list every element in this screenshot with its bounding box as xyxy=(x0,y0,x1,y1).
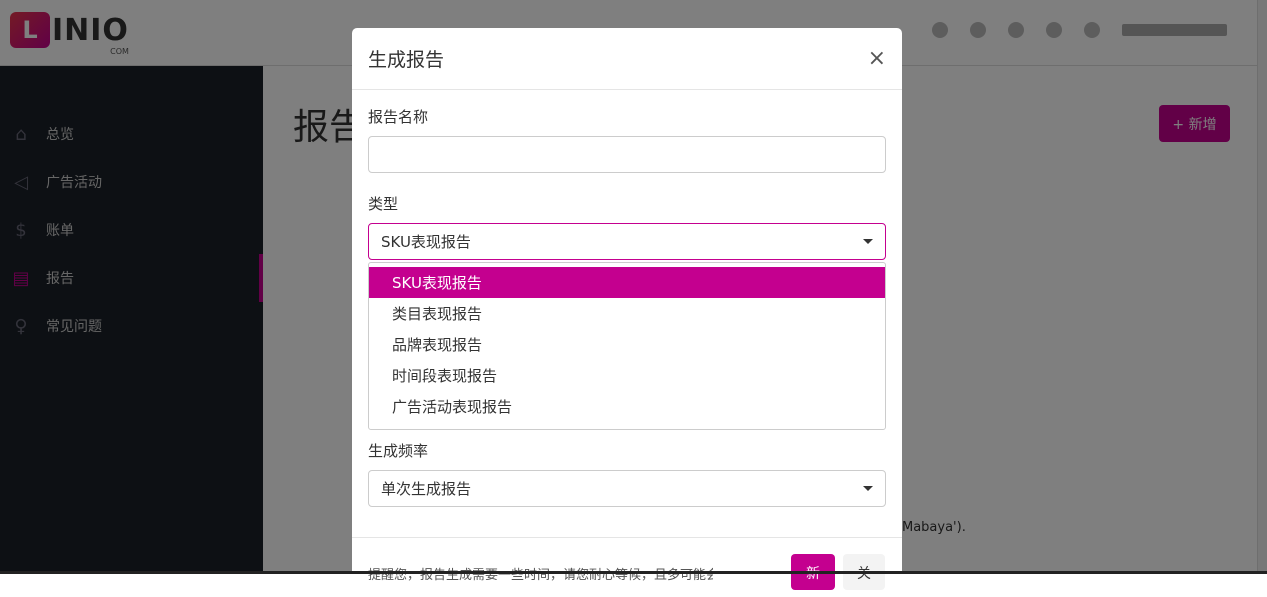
modal-title: 生成报告 xyxy=(368,49,445,71)
generate-report-modal: 生成报告 × 报告名称 类型 SKU表现报告 SKU表现报告 类目表现报告 品牌… xyxy=(352,28,902,590)
type-label: 类型 xyxy=(368,195,399,213)
report-name-input[interactable] xyxy=(368,136,886,173)
frequency-select-value: 单次生成报告 xyxy=(381,480,472,498)
type-option[interactable]: 广告活动表现报告 xyxy=(369,391,885,422)
modal-header: 生成报告 × xyxy=(352,28,902,90)
frequency-group: 生成频率 单次生成报告 xyxy=(368,440,886,527)
type-option[interactable]: 时间段表现报告 xyxy=(369,360,885,391)
type-select[interactable]: SKU表现报告 xyxy=(368,223,886,260)
type-option[interactable]: SKU表现报告 xyxy=(369,267,885,298)
report-name-label: 报告名称 xyxy=(368,108,429,126)
chevron-down-icon xyxy=(863,239,873,244)
type-option[interactable]: 类目表现报告 xyxy=(369,298,885,329)
frequency-label: 生成频率 xyxy=(368,442,429,460)
chevron-down-icon xyxy=(863,486,873,491)
close-icon[interactable]: × xyxy=(868,46,886,71)
frequency-select[interactable]: 单次生成报告 xyxy=(368,470,886,507)
modal-footer: 提醒您，报告生成需要一些时间，请您耐心等候，且多可能会需 新 关 xyxy=(352,537,902,597)
type-dropdown: SKU表现报告 类目表现报告 品牌表现报告 时间段表现报告 广告活动表现报告 xyxy=(368,262,886,430)
type-option[interactable]: 品牌表现报告 xyxy=(369,329,885,360)
type-select-value: SKU表现报告 xyxy=(381,233,471,251)
